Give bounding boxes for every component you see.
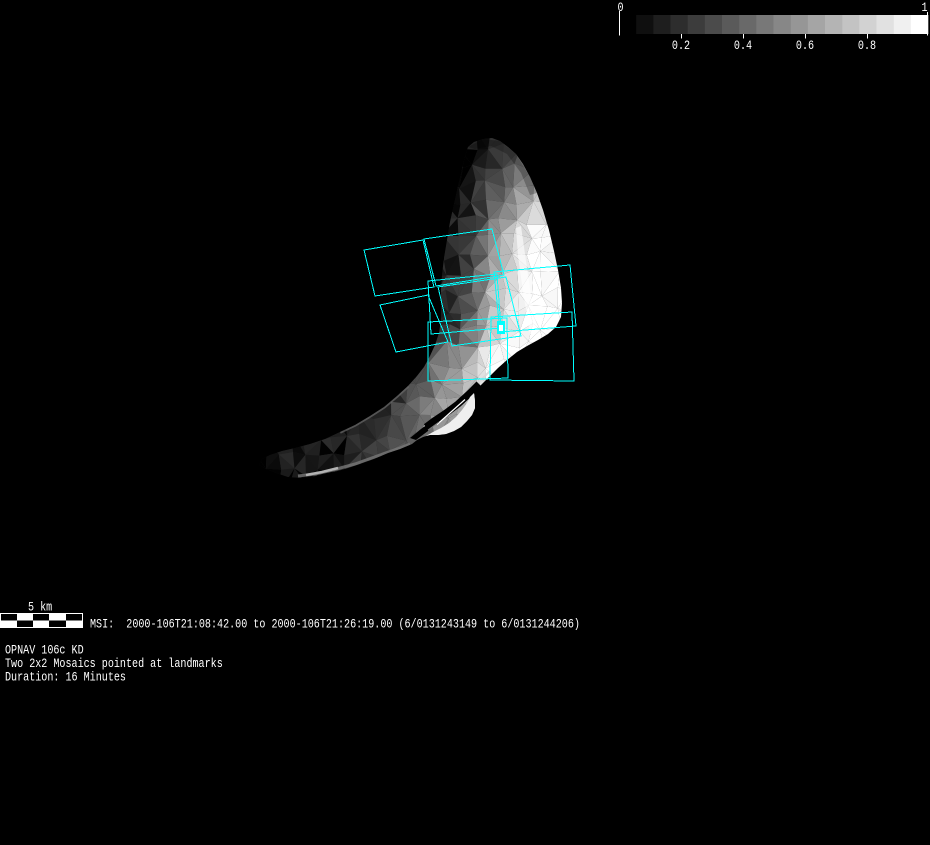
svg-text:0.2: 0.2 bbox=[672, 39, 690, 54]
svg-text:1: 1 bbox=[921, 1, 927, 16]
svg-text:Duration: 16 Minutes: Duration: 16 Minutes bbox=[5, 670, 126, 685]
svg-text:OPNAV 106c KD: OPNAV 106c KD bbox=[5, 643, 84, 658]
svg-text:0.8: 0.8 bbox=[858, 39, 876, 54]
svg-text:0: 0 bbox=[617, 1, 623, 16]
svg-text:0.6: 0.6 bbox=[796, 39, 814, 54]
svg-text:5 km: 5 km bbox=[28, 600, 52, 615]
svg-text:MSI: 2000-106T21:08:42.00 to: MSI: 2000-106T21:08:42.00 to 2000-106T21… bbox=[90, 617, 580, 632]
svg-text:Two 2x2 Mosaics pointed at lan: Two 2x2 Mosaics pointed at landmarks bbox=[5, 657, 223, 672]
svg-text:0.4: 0.4 bbox=[734, 39, 752, 54]
